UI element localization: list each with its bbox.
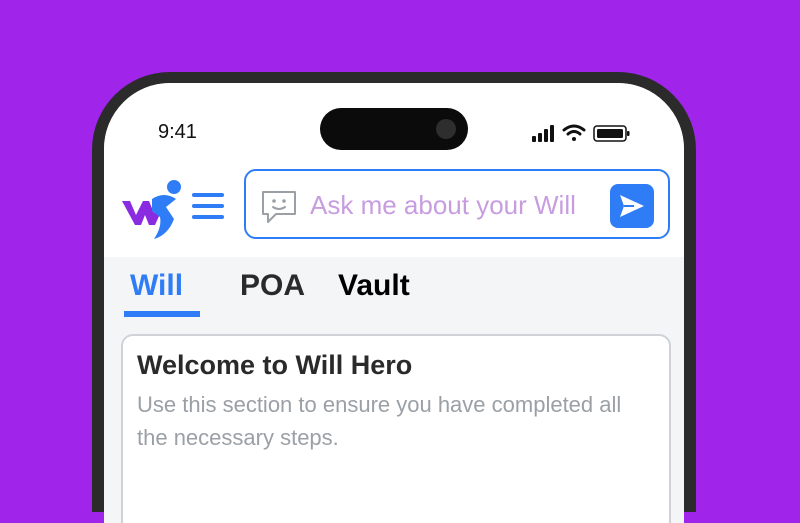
wifi-icon xyxy=(562,124,586,141)
send-button[interactable] xyxy=(610,184,654,228)
tab-vault[interactable]: Vault xyxy=(338,269,410,303)
hamburger-menu-icon[interactable] xyxy=(192,191,226,221)
chat-bubble-icon xyxy=(260,189,298,225)
cellular-signal-icon xyxy=(532,125,554,142)
tab-poa[interactable]: POA xyxy=(240,269,305,303)
menu-line xyxy=(192,193,224,197)
welcome-card: Welcome to Will Hero Use this section to… xyxy=(121,334,671,523)
camera-icon xyxy=(436,119,456,139)
battery-icon xyxy=(593,125,630,142)
ask-input[interactable] xyxy=(310,185,600,225)
app-header xyxy=(104,169,684,249)
card-title: Welcome to Will Hero xyxy=(137,350,413,380)
menu-line xyxy=(192,215,224,219)
menu-line xyxy=(192,204,224,208)
phone-screen: 9:41 Ask me about your Will Will POA Vau… xyxy=(104,83,684,523)
ask-search-box xyxy=(244,169,670,239)
dynamic-island xyxy=(320,108,468,150)
status-icons xyxy=(532,123,642,143)
tab-bar: Will POA Vault xyxy=(104,269,684,321)
tab-will[interactable]: Will xyxy=(130,269,183,303)
phone-frame: 9:41 Ask me about your Will Will POA Vau… xyxy=(92,72,696,523)
will-hero-logo-icon[interactable] xyxy=(116,177,186,241)
status-time: 9:41 xyxy=(158,121,197,143)
send-arrow-icon xyxy=(620,195,644,217)
active-tab-indicator xyxy=(124,311,200,317)
top-area: 9:41 xyxy=(104,83,684,257)
card-description: Use this section to ensure you have comp… xyxy=(137,392,622,450)
